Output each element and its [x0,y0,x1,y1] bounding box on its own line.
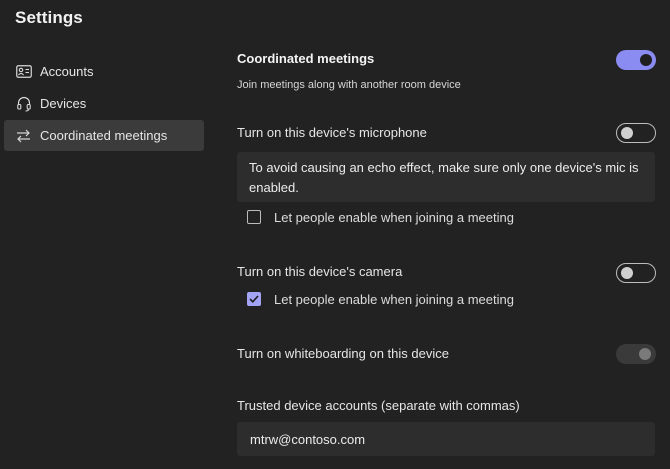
camera-join-checkbox[interactable] [247,292,261,306]
accounts-icon [15,63,32,80]
sidebar-item-label: Devices [40,96,87,111]
checkbox-label: Let people enable when joining a meeting [274,291,514,307]
toggle-knob [621,127,633,139]
coordinated-meetings-description: Join meetings along with another room de… [237,79,461,91]
toggle-knob [639,348,651,360]
coordinated-meetings-heading: Coordinated meetings [237,51,375,66]
camera-join-permission: Let people enable when joining a meeting [247,290,514,308]
coordinated-meetings-toggle[interactable] [616,50,656,70]
echo-info-box: To avoid causing an echo effect, make su… [237,152,655,202]
trusted-accounts-label: Trusted device accounts (separate with c… [237,398,520,413]
whiteboarding-label: Turn on whiteboarding on this device [237,346,449,361]
camera-toggle[interactable] [616,263,656,283]
checkbox-label: Let people enable when joining a meeting [274,209,514,225]
swap-arrows-icon [15,127,32,144]
toggle-knob [640,54,652,66]
microphone-toggle[interactable] [616,123,656,143]
page-title: Settings [15,8,83,27]
microphone-join-permission: Let people enable when joining a meeting [247,208,514,226]
whiteboarding-toggle[interactable] [616,344,656,364]
headset-icon [15,95,32,112]
microphone-label: Turn on this device's microphone [237,125,427,140]
sidebar-item-devices[interactable]: Devices [4,88,204,119]
sidebar-item-accounts[interactable]: Accounts [4,56,204,87]
camera-label: Turn on this device's camera [237,264,403,279]
sidebar-item-label: Coordinated meetings [40,128,168,143]
trusted-accounts-input[interactable] [237,422,655,456]
settings-window: Settings Accounts Devices Coordinated me… [0,0,670,469]
microphone-join-checkbox[interactable] [247,210,261,224]
settings-panel: Coordinated meetings Join meetings along… [237,0,657,469]
settings-sidebar: Accounts Devices Coordinated meetings [4,56,204,152]
toggle-knob [621,267,633,279]
sidebar-item-label: Accounts [40,64,94,79]
sidebar-item-coordinated-meetings[interactable]: Coordinated meetings [4,120,204,151]
checkmark-icon [249,295,259,303]
